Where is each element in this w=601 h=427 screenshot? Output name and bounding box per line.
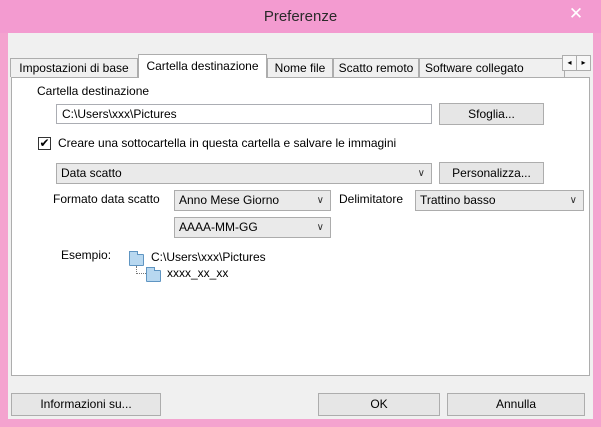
example-root-path: C:\Users\xxx\Pictures: [151, 250, 266, 264]
close-icon: ✕: [568, 4, 584, 23]
date-format-value: Anno Mese Giorno: [179, 193, 280, 207]
subfolder-mode-select[interactable]: Data scatto ∨: [56, 163, 432, 184]
chevron-down-icon: ∨: [316, 195, 324, 206]
tab-scatto-remoto[interactable]: Scatto remoto: [333, 58, 419, 77]
browse-button[interactable]: Sfoglia...: [439, 103, 544, 125]
destination-section-label: Cartella destinazione: [37, 84, 150, 98]
example-label: Esempio:: [61, 248, 112, 262]
folder-icon: [129, 251, 144, 266]
customize-button[interactable]: Personalizza...: [439, 162, 544, 184]
tab-scroll-right-button[interactable]: ▸: [576, 55, 591, 71]
title-bar: Preferenze ✕: [0, 0, 601, 33]
tree-connector: [136, 266, 146, 274]
delimiter-value: Trattino basso: [420, 193, 496, 207]
example-child-folder: xxxx_xx_xx: [167, 266, 229, 280]
date-pattern-select[interactable]: AAAA-MM-GG ∨: [174, 217, 331, 238]
create-subfolder-checkbox[interactable]: ✔: [38, 137, 51, 150]
destination-panel: Cartella destinazione C:\Users\xxx\Pictu…: [11, 77, 590, 376]
window-title: Preferenze: [263, 8, 338, 25]
chevron-down-icon: ∨: [417, 168, 425, 179]
delimiter-label: Delimitatore: [339, 192, 404, 206]
tab-impostazioni-di-base[interactable]: Impostazioni di base: [10, 58, 138, 77]
close-button[interactable]: ✕: [554, 2, 598, 28]
tab-scroll-left-button[interactable]: ◂: [562, 55, 577, 71]
dialog-client: Impostazioni di base Cartella destinazio…: [8, 33, 593, 419]
info-button[interactable]: Informazioni su...: [11, 393, 161, 416]
create-subfolder-label: Creare una sottocartella in questa carte…: [58, 136, 397, 150]
date-format-select[interactable]: Anno Mese Giorno ∨: [174, 190, 331, 211]
date-pattern-value: AAAA-MM-GG: [179, 220, 258, 234]
date-format-label: Formato data scatto: [53, 192, 160, 206]
chevron-down-icon: ∨: [569, 195, 577, 206]
tab-nome-file[interactable]: Nome file: [267, 58, 333, 77]
tab-software-collegato[interactable]: Software collegato: [419, 58, 565, 77]
subfolder-mode-value: Data scatto: [61, 166, 122, 180]
cancel-button[interactable]: Annulla: [447, 393, 585, 416]
destination-path-field[interactable]: C:\Users\xxx\Pictures: [56, 104, 432, 124]
chevron-down-icon: ∨: [316, 222, 324, 233]
folder-icon: [146, 267, 161, 282]
ok-button[interactable]: OK: [318, 393, 440, 416]
delimiter-select[interactable]: Trattino basso ∨: [415, 190, 584, 211]
tab-cartella-destinazione[interactable]: Cartella destinazione: [138, 54, 267, 78]
tab-strip: Impostazioni di base Cartella destinazio…: [8, 33, 593, 78]
